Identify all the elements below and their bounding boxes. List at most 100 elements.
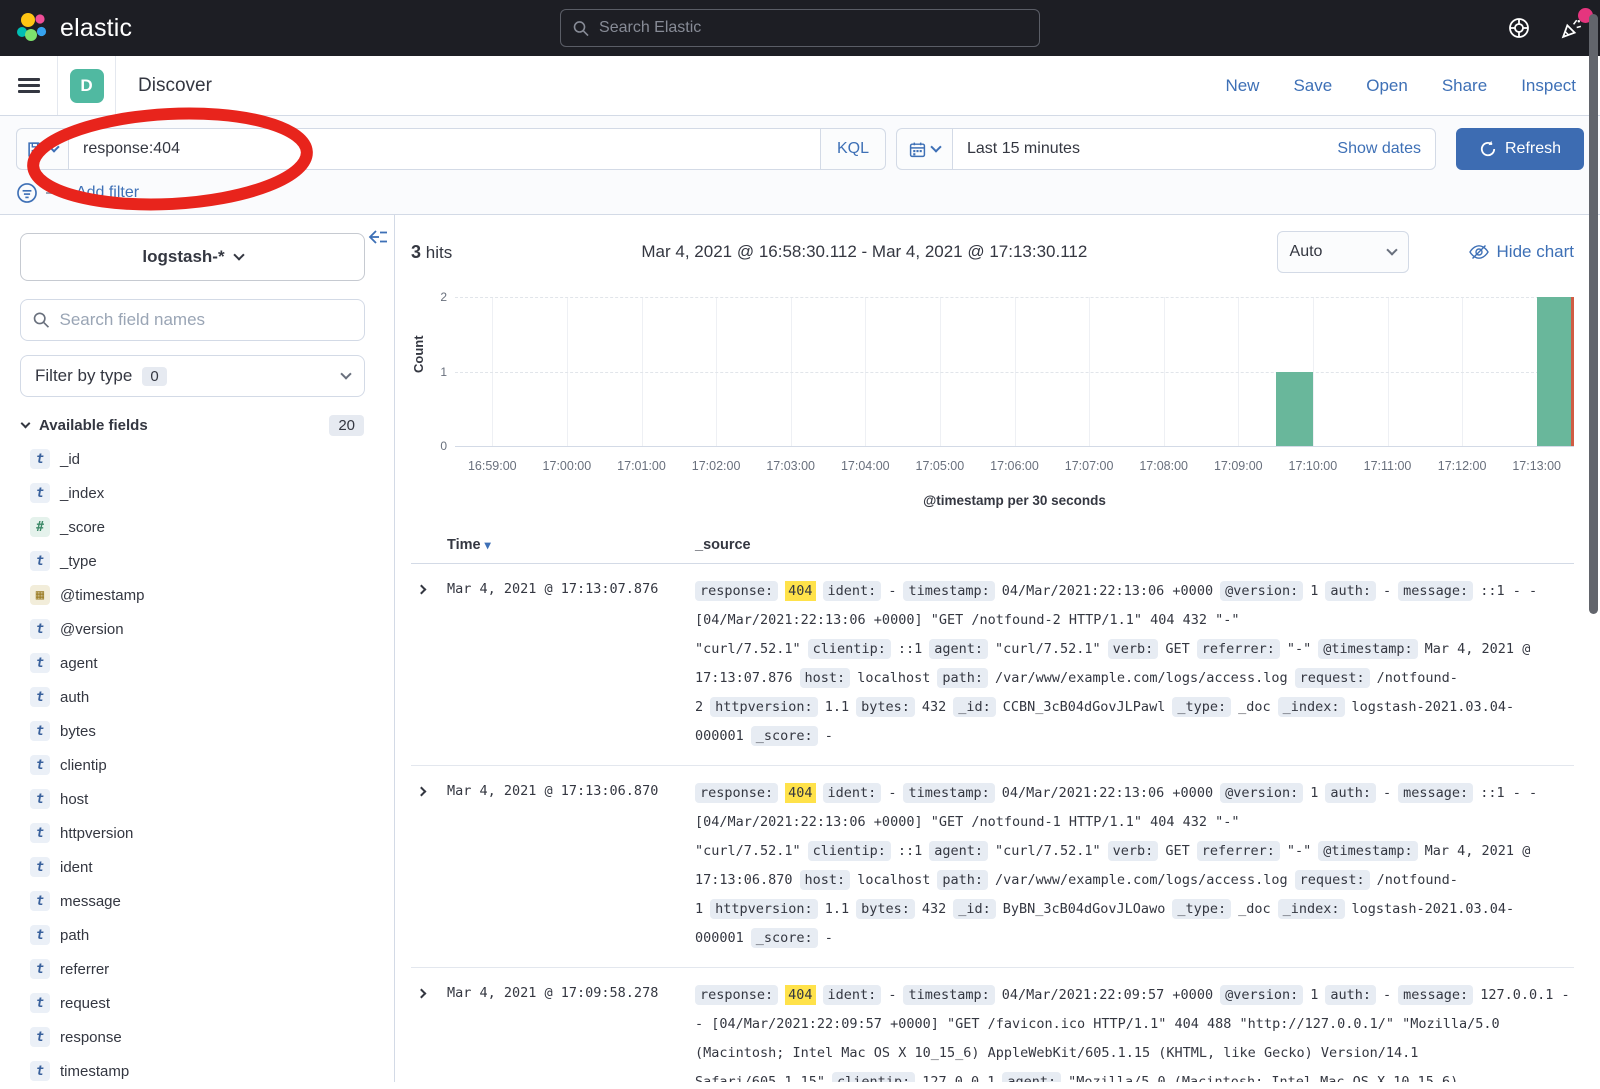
field-badge: ident: bbox=[823, 581, 882, 601]
field-badge: @timestamp: bbox=[1318, 841, 1417, 861]
x-tick-label: 16:59:00 bbox=[468, 459, 517, 473]
field-item-message[interactable]: tmessage bbox=[20, 884, 378, 918]
string-field-type-icon: t bbox=[30, 891, 50, 911]
action-new[interactable]: New bbox=[1225, 76, 1259, 96]
gridline bbox=[455, 297, 1574, 298]
expand-row-icon[interactable] bbox=[411, 781, 431, 801]
action-inspect[interactable]: Inspect bbox=[1521, 76, 1576, 96]
query-input[interactable]: response:404 bbox=[68, 128, 821, 170]
field-value: _doc bbox=[1238, 901, 1271, 917]
hide-chart-link[interactable]: Hide chart bbox=[1469, 242, 1574, 262]
field-badge: _index: bbox=[1278, 697, 1345, 717]
field-value: 04/Mar/2021:22:09:57 +0000 bbox=[1002, 987, 1213, 1003]
field-item-@timestamp[interactable]: ▦@timestamp bbox=[20, 578, 378, 612]
discover-app-badge[interactable]: D bbox=[70, 69, 104, 103]
chart-plot-area[interactable]: 012 bbox=[455, 297, 1574, 447]
field-value: /var/www/example.com/logs/access.log bbox=[995, 670, 1288, 686]
action-open[interactable]: Open bbox=[1366, 76, 1408, 96]
field-item-agent[interactable]: tagent bbox=[20, 646, 378, 680]
x-tick-label: 17:13:00 bbox=[1512, 459, 1561, 473]
field-item-_score[interactable]: #_score bbox=[20, 510, 378, 544]
histogram-bar-17:09:30[interactable] bbox=[1276, 372, 1313, 447]
filter-by-type[interactable]: Filter by type 0 bbox=[20, 355, 365, 397]
field-value: "curl/7.52.1" bbox=[995, 641, 1101, 657]
hits-count: 3 hits bbox=[411, 242, 452, 263]
field-item-host[interactable]: thost bbox=[20, 782, 378, 816]
x-tick-label: 17:01:00 bbox=[617, 459, 666, 473]
string-field-type-icon: t bbox=[30, 755, 50, 775]
refresh-button[interactable]: Refresh bbox=[1456, 128, 1584, 170]
field-badge: @version: bbox=[1220, 783, 1303, 803]
field-item-@version[interactable]: t@version bbox=[20, 612, 378, 646]
available-fields-header[interactable]: Available fields 20 bbox=[22, 415, 378, 436]
field-search[interactable] bbox=[20, 299, 365, 341]
field-value: - bbox=[825, 728, 833, 744]
field-value: "curl/7.52.1" bbox=[995, 843, 1101, 859]
field-item-clientip[interactable]: tclientip bbox=[20, 748, 378, 782]
elastic-brand[interactable]: elastic bbox=[16, 12, 266, 44]
time-column-header[interactable]: Time▾ bbox=[447, 537, 695, 553]
available-fields-label: Available fields bbox=[39, 417, 148, 434]
field-badge: verb: bbox=[1108, 841, 1159, 861]
field-badge: agent: bbox=[929, 639, 988, 659]
global-search-input[interactable] bbox=[599, 19, 1027, 37]
field-item-request[interactable]: trequest bbox=[20, 986, 378, 1020]
saved-queries-button[interactable] bbox=[16, 128, 68, 170]
refresh-icon bbox=[1479, 140, 1497, 158]
field-item-auth[interactable]: tauth bbox=[20, 680, 378, 714]
kql-button[interactable]: KQL bbox=[821, 128, 886, 170]
index-pattern-select[interactable]: logstash-* bbox=[20, 233, 365, 281]
field-badge: ident: bbox=[823, 985, 882, 1005]
field-item-timestamp[interactable]: ttimestamp bbox=[20, 1054, 378, 1088]
field-item-ident[interactable]: tident bbox=[20, 850, 378, 884]
field-search-input[interactable] bbox=[60, 310, 353, 330]
field-item-_index[interactable]: t_index bbox=[20, 476, 378, 510]
histogram-bar-17:13:00[interactable] bbox=[1537, 297, 1574, 446]
field-badge: message: bbox=[1398, 985, 1473, 1005]
x-tick-label: 17:09:00 bbox=[1214, 459, 1263, 473]
documents-table: Time▾ _source Mar 4, 2021 @ 17:13:07.876… bbox=[411, 531, 1574, 1082]
field-badge: auth: bbox=[1325, 985, 1376, 1005]
filter-icon[interactable] bbox=[16, 182, 38, 204]
global-search[interactable] bbox=[560, 9, 1040, 47]
expand-row-icon[interactable] bbox=[411, 579, 431, 599]
action-share[interactable]: Share bbox=[1442, 76, 1487, 96]
add-filter-link[interactable]: + Add filter bbox=[63, 184, 139, 202]
show-dates-link[interactable]: Show dates bbox=[1337, 140, 1421, 158]
x-tick-label: 17:08:00 bbox=[1139, 459, 1188, 473]
available-fields-count: 20 bbox=[329, 415, 364, 436]
x-axis-label: @timestamp per 30 seconds bbox=[455, 493, 1574, 508]
newsfeed-icon[interactable] bbox=[1558, 15, 1584, 41]
scrollbar[interactable] bbox=[1589, 14, 1598, 614]
doc-source: response:404ident:-timestamp:04/Mar/2021… bbox=[695, 577, 1574, 751]
y-axis-label: Count bbox=[411, 335, 426, 373]
field-item-path[interactable]: tpath bbox=[20, 918, 378, 952]
field-name: ident bbox=[60, 859, 93, 876]
field-name: referrer bbox=[60, 961, 109, 978]
field-item-bytes[interactable]: tbytes bbox=[20, 714, 378, 748]
time-range-field[interactable]: Last 15 minutes Show dates bbox=[952, 128, 1436, 170]
field-value: ByBN_3cB04dGovJLOawo bbox=[1003, 901, 1166, 917]
menu-button[interactable] bbox=[0, 56, 58, 115]
expand-row-icon[interactable] bbox=[411, 983, 431, 1003]
field-item-response[interactable]: tresponse bbox=[20, 1020, 378, 1054]
field-item-httpversion[interactable]: thttpversion bbox=[20, 816, 378, 850]
string-field-type-icon: t bbox=[30, 1027, 50, 1047]
chevron-down-icon bbox=[48, 141, 59, 152]
field-item-referrer[interactable]: treferrer bbox=[20, 952, 378, 986]
collapse-sidebar-icon[interactable] bbox=[368, 229, 388, 250]
action-save[interactable]: Save bbox=[1293, 76, 1332, 96]
field-badge: _score: bbox=[751, 726, 818, 746]
table-header: Time▾ _source bbox=[411, 531, 1574, 564]
y-tick-label: 0 bbox=[440, 439, 447, 453]
help-icon[interactable] bbox=[1506, 15, 1532, 41]
x-axis-ticks: 16:59:0017:00:0017:01:0017:02:0017:03:00… bbox=[455, 459, 1574, 475]
field-badge: _id: bbox=[953, 697, 996, 717]
field-badge: agent: bbox=[1002, 1072, 1061, 1082]
doc-time: Mar 4, 2021 @ 17:13:06.870 bbox=[447, 779, 695, 953]
field-name: @timestamp bbox=[60, 587, 144, 604]
interval-select[interactable]: Auto bbox=[1277, 231, 1409, 273]
field-item-_type[interactable]: t_type bbox=[20, 544, 378, 578]
datepicker-button[interactable] bbox=[896, 128, 952, 170]
field-item-_id[interactable]: t_id bbox=[20, 442, 378, 476]
